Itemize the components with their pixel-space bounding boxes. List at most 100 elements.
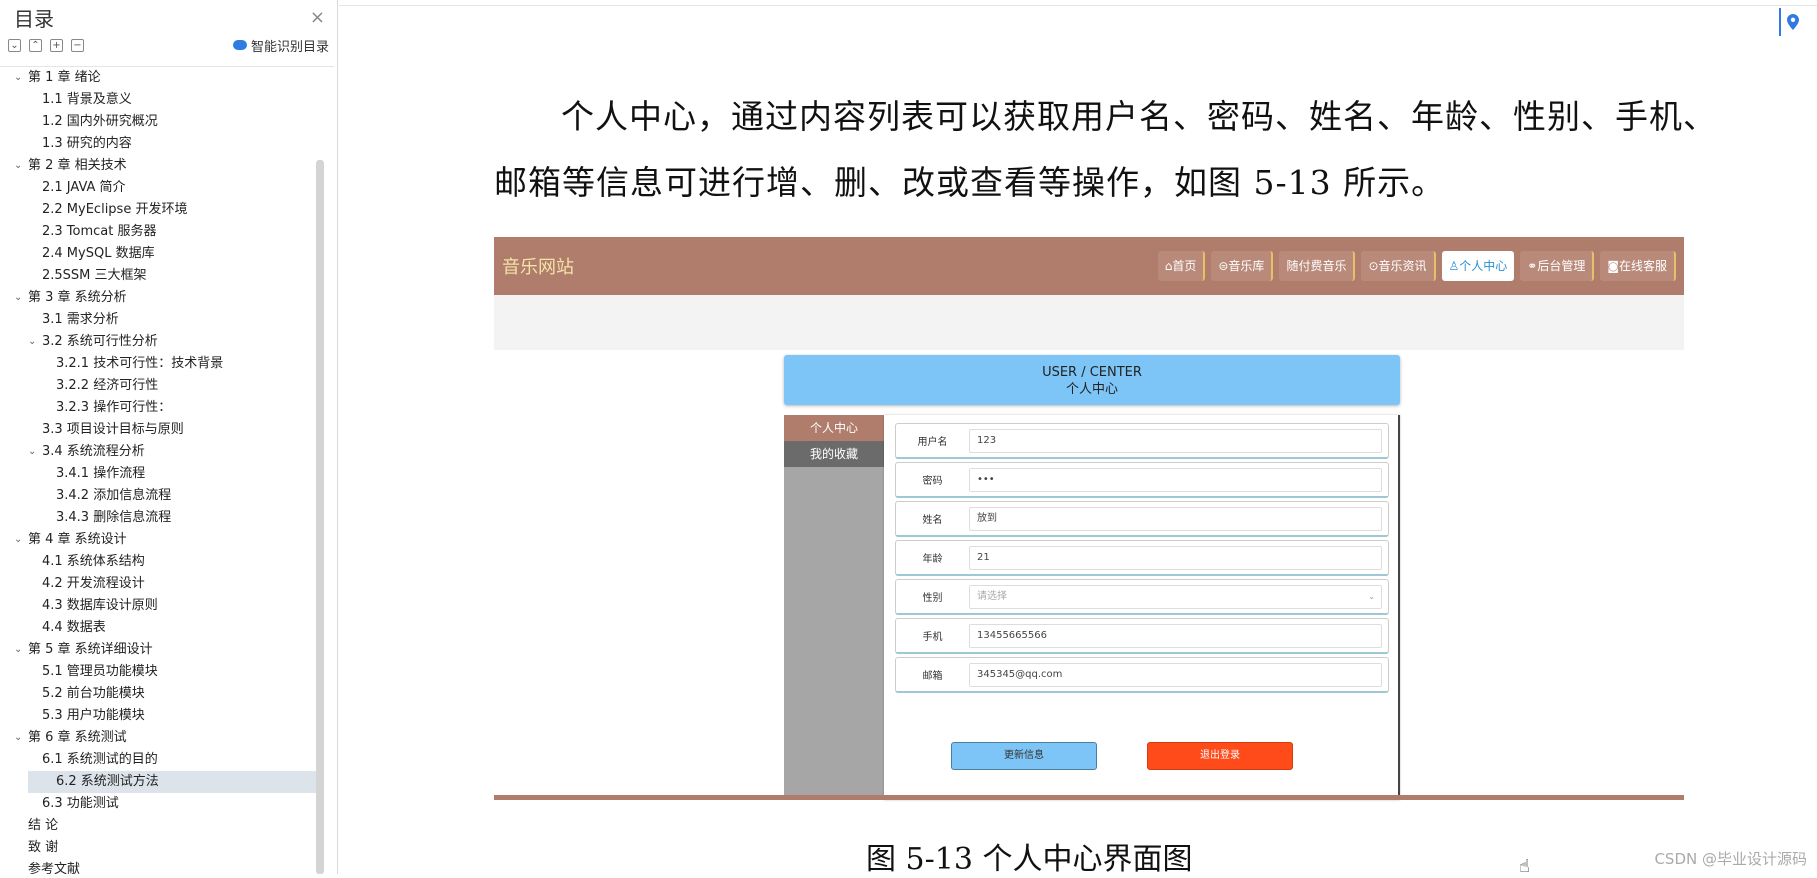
toc-item[interactable]: 参考文献 [0,859,334,874]
toc-item-label: 4.4 数据表 [42,620,106,635]
form-row: 年龄 21 [895,540,1389,576]
toc-item[interactable]: 6.1 系统测试的目的 [0,749,334,771]
field-input[interactable]: 13455665566 [969,623,1382,648]
header-en: USER / CENTER [1042,365,1142,380]
chevron-down-icon[interactable]: ⌄ [14,639,22,661]
toc-item-label: 2.2 MyEclipse 开发环境 [42,202,188,217]
toc-item[interactable]: 2.5SSM 三大框架 [0,265,334,287]
update-info-button[interactable]: 更新信息 [951,742,1097,770]
paragraph-line-1: 个人中心，通过内容列表可以获取用户名、密码、姓名、年龄、性别、手机、 [561,97,1717,136]
nav-link[interactable]: ◙在线客服 [1600,251,1676,281]
field-input[interactable]: 123 [969,428,1382,453]
field-label: 性别 [922,593,943,604]
toc-item[interactable]: 5.3 用户功能模块 [0,705,334,727]
side-menu-item[interactable]: 个人中心 [784,415,884,441]
toc-item[interactable]: ⌄ 第 4 章 系统设计 [0,529,334,551]
chevron-down-icon[interactable]: ⌄ [28,441,36,463]
chevron-down-icon[interactable]: ⌄ [28,331,36,353]
toc-item[interactable]: 6.2 系统测试方法 [28,771,316,793]
logout-button[interactable]: 退出登录 [1147,742,1293,770]
nav-link[interactable]: ⊙音乐资讯 [1361,251,1436,281]
toc-scrollbar[interactable] [316,160,324,874]
close-icon[interactable]: × [310,7,325,28]
toc-item[interactable]: 1.3 研究的内容 [0,133,334,155]
expand-icon[interactable]: ⌃ [29,38,42,52]
toc-item[interactable]: 3.3 项目设计目标与原则 [0,419,334,441]
figure-caption: 图 5-13 个人中心界面图 [866,842,1193,877]
page-top-edge [339,0,1817,6]
nav-link[interactable]: ♙个人中心 [1441,251,1515,281]
site-logo: 音乐网站 [502,257,574,278]
toc-item[interactable]: 4.4 数据表 [0,617,334,639]
field-label: 邮箱 [922,671,943,682]
toc-item[interactable]: ⌄ 第 2 章 相关技术 [0,155,334,177]
chevron-down-icon[interactable]: ⌄ [14,529,22,551]
toc-item[interactable]: ⌄ 3.2 系统可行性分析 [0,331,334,353]
watermark: CSDN @毕业设计源码 [1654,850,1807,868]
toc-item[interactable]: 3.2.1 技术可行性：技术背景 [0,353,334,375]
toc-item-label: 5.1 管理员功能模块 [42,664,158,679]
smart-toc-button[interactable]: 智能识别目录 [232,36,329,55]
toc-item[interactable]: 2.3 Tomcat 服务器 [0,221,334,243]
chevron-down-icon[interactable]: ⌄ [14,727,22,749]
toc-item[interactable]: 5.2 前台功能模块 [0,683,334,705]
field-input[interactable]: 21 [969,545,1382,570]
chevron-down-icon[interactable]: ⌄ [14,67,22,89]
toc-item[interactable]: 3.1 需求分析 [0,309,334,331]
location-pin-icon[interactable] [1779,8,1805,36]
toc-item[interactable]: 1.2 国内外研究概况 [0,111,334,133]
figure-screenshot: 音乐网站 ⌂首页 ⊜音乐库 随付费音乐 ⊙音乐资讯 ♙个人中心 ⚭后台管理 ◙在线客服 US… [494,237,1684,877]
toc-item[interactable]: 3.4.2 添加信息流程 [0,485,334,507]
toc-item[interactable]: ⌄ 第 6 章 系统测试 [0,727,334,749]
side-menu-item[interactable]: 我的收藏 [784,441,884,467]
nav-link[interactable]: ⚭后台管理 [1520,251,1595,281]
banner-band [494,295,1684,350]
toc-item[interactable]: 结 论 [0,815,334,837]
toc-item[interactable]: ⌄ 3.4 系统流程分析 [0,441,334,463]
field-input[interactable]: 345345@qq.com [969,662,1382,687]
toc-item[interactable]: 3.4.1 操作流程 [0,463,334,485]
collapse-icon[interactable]: ⌄ [8,38,21,52]
toc-item[interactable]: ⌄ 第 5 章 系统详细设计 [0,639,334,661]
toc-sidebar: 目录 × ⌄ ⌃ + − 智能识别目录 ⌄ 第 1 章 绪论 1.1 背景及意义 1.… [0,0,338,874]
toc-item-label: 3.2.3 操作可行性： [56,400,172,415]
minus-icon[interactable]: − [71,38,84,52]
toc-item[interactable]: 3.2.3 操作可行性： [0,397,334,419]
field-input[interactable]: ••• [969,467,1382,492]
field-input[interactable]: 放到 [969,506,1382,531]
toc-item-label: 3.4.3 删除信息流程 [56,510,172,525]
field-value: 123 [977,434,997,446]
paragraph-line-2: 邮箱等信息可进行增、删、改或查看等操作，如图 5-13 所示。 [494,163,1446,202]
chevron-down-icon[interactable]: ⌄ [14,155,22,177]
gender-select[interactable]: 请选择 ⌄ [969,584,1382,609]
plus-icon[interactable]: + [50,38,63,52]
nav-link[interactable]: 随付费音乐 [1279,251,1356,281]
nav-link[interactable]: ⌂首页 [1157,251,1206,281]
chevron-down-icon[interactable]: ⌄ [14,287,22,309]
toc-item[interactable]: ⌄ 第 1 章 绪论 [0,67,334,89]
toc-item-label: 1.1 背景及意义 [42,92,132,107]
toc-item[interactable]: ⌄ 第 3 章 系统分析 [0,287,334,309]
toc-item-label: 5.2 前台功能模块 [42,686,145,701]
toc-item-label: 3.4.1 操作流程 [56,466,146,481]
toc-item[interactable]: 2.4 MySQL 数据库 [0,243,334,265]
toc-item[interactable]: 1.1 背景及意义 [0,89,334,111]
toc-item[interactable]: 2.1 JAVA 简介 [0,177,334,199]
toc-item[interactable]: 2.2 MyEclipse 开发环境 [0,199,334,221]
toc-item[interactable]: 3.2.2 经济可行性 [0,375,334,397]
toc-item[interactable]: 4.2 开发流程设计 [0,573,334,595]
field-label: 手机 [922,632,943,643]
toc-item[interactable]: 5.1 管理员功能模块 [0,661,334,683]
toc-title: 目录 [14,6,54,31]
nav-link[interactable]: ⊜音乐库 [1211,251,1274,281]
field-value: ••• [977,473,995,485]
form-row: 姓名 放到 [895,501,1389,537]
toc-item[interactable]: 致 谢 [0,837,334,859]
toc-item[interactable]: 3.4.3 删除信息流程 [0,507,334,529]
toc-item[interactable]: 4.3 数据库设计原则 [0,595,334,617]
toc-item[interactable]: 4.1 系统体系结构 [0,551,334,573]
footer-bar [494,795,1684,800]
user-center-header: USER / CENTER 个人中心 [784,355,1400,405]
toc-item[interactable]: 6.3 功能测试 [0,793,334,815]
toc-item-label: 6.1 系统测试的目的 [42,752,158,767]
